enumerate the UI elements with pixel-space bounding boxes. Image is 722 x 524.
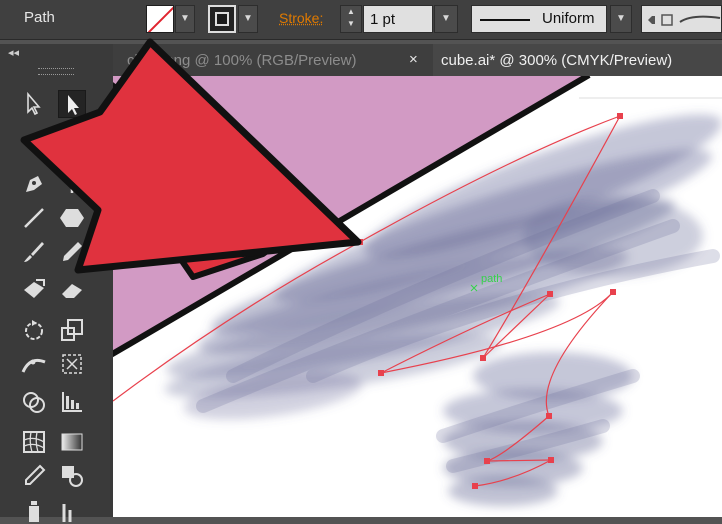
arrow-overlay [20,38,362,274]
red-arrow-icon [20,38,362,274]
